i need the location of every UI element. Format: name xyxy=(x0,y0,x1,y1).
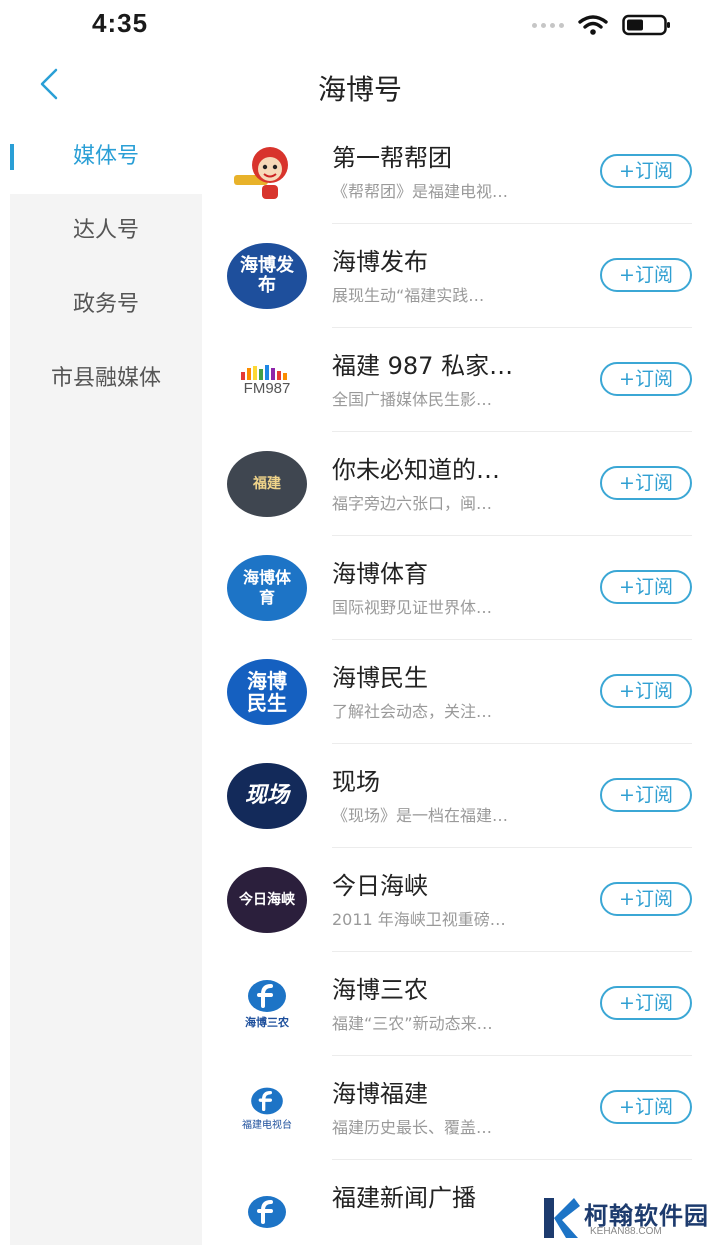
account-description: 福建历史最长、覆盖… xyxy=(332,1118,493,1137)
account-description: 《帮帮团》是福建电视… xyxy=(332,182,509,201)
active-indicator xyxy=(10,144,14,170)
sidebar-item-county-media[interactable]: 市县融媒体 xyxy=(10,342,202,416)
subscribe-button[interactable]: +订阅 xyxy=(600,466,692,500)
account-logo: 今日海峡 xyxy=(226,866,308,934)
sidebar-item-label: 达人号 xyxy=(72,218,139,243)
logo-badge: 海博民生 xyxy=(227,659,307,725)
account-logo xyxy=(226,1178,308,1245)
list-item[interactable]: 海博发布 海博发布 展现生动“福建实践… +订阅 xyxy=(202,224,710,328)
account-description: 展现生动“福建实践… xyxy=(332,286,485,305)
account-name: 你未必知道的… xyxy=(332,456,500,484)
subscribe-button[interactable]: +订阅 xyxy=(600,1090,692,1124)
account-description: 2011 年海峡卫视重磅… xyxy=(332,910,506,929)
page-title: 海博号 xyxy=(317,73,402,106)
account-description: 福建“三农”新动态来… xyxy=(332,1014,493,1033)
account-name: 海博福建 xyxy=(332,1080,428,1108)
account-description: 了解社会动态，关注… xyxy=(332,702,493,721)
sidebar-item-government[interactable]: 政务号 xyxy=(10,268,202,342)
subscribe-button[interactable]: +订阅 xyxy=(600,882,692,916)
wifi-icon xyxy=(578,15,608,35)
list-item[interactable]: 福建电视台 海博福建 福建历史最长、覆盖… +订阅 xyxy=(202,1056,710,1160)
list-item[interactable]: 海博体育 海博体育 国际视野见证世界体… +订阅 xyxy=(202,536,710,640)
status-time: 4:35 xyxy=(92,8,149,38)
list-item[interactable]: 帮 第一帮帮团 《帮帮团》是福建电视… +订阅 xyxy=(202,120,710,224)
subscribe-button[interactable]: +订阅 xyxy=(600,778,692,812)
logo-badge: 海博体育 xyxy=(227,555,307,621)
signal-icon xyxy=(532,22,564,28)
watermark: 柯翰软件园 KEHAN88.COM xyxy=(540,1196,710,1242)
sidebar-item-label: 媒体号 xyxy=(72,144,139,169)
account-description: 国际视野见证世界体… xyxy=(332,598,493,617)
account-logo: 现场 xyxy=(226,762,308,830)
account-logo: 福建电视台 xyxy=(226,1074,308,1142)
list-item[interactable]: 海博民生 海博民生 了解社会动态，关注… +订阅 xyxy=(202,640,710,744)
subscribe-button[interactable]: +订阅 xyxy=(600,674,692,708)
account-name: 第一帮帮团 xyxy=(332,144,452,172)
sidebar-item-expert[interactable]: 达人号 xyxy=(10,194,202,268)
logo-badge: 现场 xyxy=(227,763,307,829)
account-logo: 海博民生 xyxy=(226,658,308,726)
account-description: 《现场》是一档在福建… xyxy=(332,806,509,825)
k-logo-icon xyxy=(544,1198,580,1238)
account-logo: 福建 xyxy=(226,450,308,518)
account-name: 今日海峡 xyxy=(332,872,428,900)
logo-badge: 今日海峡 xyxy=(227,867,307,933)
list-item[interactable]: 今日海峡 今日海峡 2011 年海峡卫视重磅… +订阅 xyxy=(202,848,710,952)
category-sidebar: 媒体号 达人号 政务号 市县融媒体 xyxy=(10,120,202,1245)
status-icons xyxy=(532,14,672,36)
account-name: 海博三农 xyxy=(332,976,428,1004)
subscribe-button[interactable]: +订阅 xyxy=(600,154,692,188)
fujian-tv-f-icon xyxy=(248,980,286,1012)
list-item[interactable]: FM987 福建 987 私家… 全国广播媒体民生影… +订阅 xyxy=(202,328,710,432)
mascot-logo-icon xyxy=(234,147,288,199)
list-item[interactable]: 福建 你未必知道的… 福字旁边六张口，闽… +订阅 xyxy=(202,432,710,536)
account-name: 福建 987 私家… xyxy=(332,352,514,380)
subscribe-button[interactable]: +订阅 xyxy=(600,570,692,604)
account-logo: FM987 xyxy=(226,346,308,414)
battery-icon xyxy=(622,14,670,36)
account-logo: 海博体育 xyxy=(226,554,308,622)
sidebar-item-label: 政务号 xyxy=(72,292,139,317)
account-description: 全国广播媒体民生影… xyxy=(332,390,493,409)
sidebar-item-media[interactable]: 媒体号 xyxy=(10,120,202,194)
account-logo: 海博发布 xyxy=(226,242,308,310)
list-item[interactable]: 海博三农 海博三农 福建“三农”新动态来… +订阅 xyxy=(202,952,710,1056)
status-bar: 4:35 xyxy=(0,0,720,52)
account-name: 海博体育 xyxy=(332,560,428,588)
logo-badge: 海博发布 xyxy=(227,243,307,309)
account-logo: 帮 xyxy=(226,138,308,206)
logo-badge: 福建 xyxy=(227,451,307,517)
watermark-subtext: KEHAN88.COM xyxy=(590,1226,662,1237)
fujian-tv-f-icon xyxy=(248,1196,286,1228)
sidebar-item-label: 市县融媒体 xyxy=(50,366,161,391)
subscribe-button[interactable]: +订阅 xyxy=(600,258,692,292)
account-name: 海博发布 xyxy=(332,248,428,276)
subscribe-button[interactable]: +订阅 xyxy=(600,986,692,1020)
account-description: 福字旁边六张口，闽… xyxy=(332,494,493,513)
account-name: 海博民生 xyxy=(332,664,428,692)
subscribe-button[interactable]: +订阅 xyxy=(600,362,692,396)
account-logo: 海博三农 xyxy=(226,970,308,1038)
equalizer-icon xyxy=(241,364,287,380)
account-name: 现场 xyxy=(332,768,380,796)
nav-bar: 海博号 xyxy=(0,52,720,120)
fujian-tv-f-icon xyxy=(251,1087,283,1114)
list-item[interactable]: 现场 现场 《现场》是一档在福建… +订阅 xyxy=(202,744,710,848)
